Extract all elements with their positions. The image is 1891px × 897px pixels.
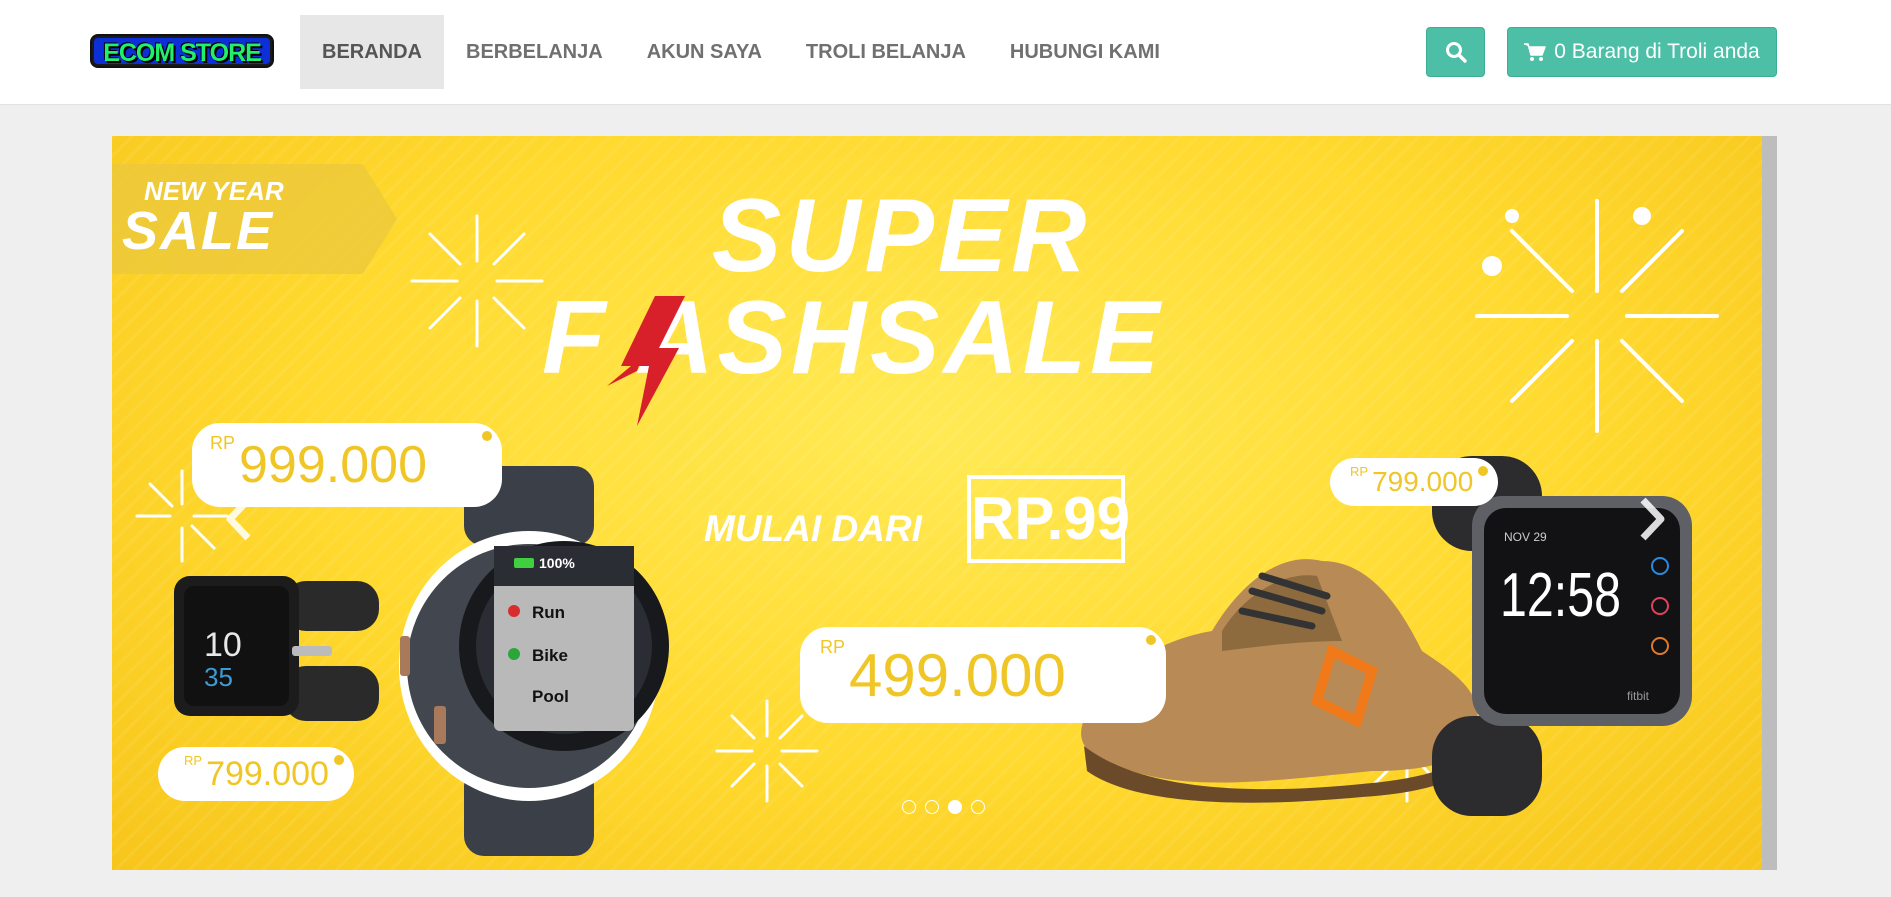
- nav-item-akun-saya[interactable]: AKUN SAYA: [625, 15, 784, 89]
- banner-headline-line1: SUPER: [712, 178, 1091, 294]
- watch-activity-bike: Bike: [532, 646, 568, 665]
- nav-item-beranda[interactable]: BERANDA: [300, 15, 444, 89]
- running-watch-image: 100% Run Bike Pool: [399, 466, 669, 856]
- price-tag-dot: [482, 431, 492, 441]
- watch-activity-pool: Pool: [532, 687, 569, 706]
- store-logo[interactable]: ECOM STORE: [90, 34, 274, 68]
- lightning-bolt-icon: [607, 296, 685, 426]
- firework-decoration: [1475, 199, 1719, 433]
- price-tag: RP 999.000: [192, 423, 502, 507]
- search-icon: [1445, 42, 1467, 63]
- price-tag: RP 499.000: [800, 627, 1166, 723]
- navbar: ECOM STORE BERANDA BERBELANJA AKUN SAYA …: [0, 0, 1891, 105]
- carousel-indicator[interactable]: [902, 800, 916, 814]
- watch-activity-run: Run: [532, 603, 565, 622]
- smartwatch-image: 10 35: [174, 576, 379, 721]
- price-tag-dot: [1146, 635, 1156, 645]
- chevron-left-icon[interactable]: [224, 496, 254, 542]
- main-nav: BERANDA BERBELANJA AKUN SAYA TROLI BELAN…: [300, 15, 1182, 89]
- price-tag-currency: RP: [210, 433, 236, 453]
- carousel-indicator-active[interactable]: [948, 800, 962, 814]
- price-tag: RP 799.000: [1330, 458, 1498, 506]
- ribbon-title: SALE: [122, 201, 275, 261]
- price-tag-dot: [1478, 466, 1488, 476]
- price-tag-amount: 799.000: [1372, 466, 1474, 497]
- price-tag-currency: RP: [184, 753, 203, 768]
- nav-item-berbelanja[interactable]: BERBELANJA: [444, 15, 625, 89]
- carousel-indicator[interactable]: [971, 800, 985, 814]
- search-button[interactable]: [1426, 27, 1485, 77]
- price-tag-amount: 499.000: [849, 641, 1066, 709]
- hero-carousel: NEW YEAR SALE SUPER F ASHSALE MULAI DARI…: [112, 136, 1777, 870]
- chevron-right-icon[interactable]: [1637, 496, 1667, 542]
- price-tag: RP 799.000: [158, 747, 354, 801]
- fitbit-date: NOV 29: [1504, 530, 1547, 544]
- flash-sale-banner[interactable]: NEW YEAR SALE SUPER F ASHSALE MULAI DARI…: [112, 136, 1762, 870]
- nav-item-troli-belanja[interactable]: TROLI BELANJA: [784, 15, 988, 89]
- shopping-cart-icon: [1524, 43, 1547, 61]
- cart-button-label: 0 Barang di Troli anda: [1554, 40, 1760, 63]
- cart-button[interactable]: 0 Barang di Troli anda: [1507, 27, 1777, 77]
- fitbit-time: 12:58: [1500, 560, 1621, 629]
- carousel-indicators: [902, 800, 985, 814]
- promo-label: MULAI DARI: [704, 508, 922, 549]
- firework-decoration: [410, 214, 544, 348]
- price-tag-currency: RP: [820, 637, 846, 657]
- price-tag-currency: RP: [1350, 464, 1369, 479]
- price-tag-dot: [334, 755, 344, 765]
- fitbit-brand: fitbit: [1627, 689, 1650, 703]
- sony-watch-minute: 35: [204, 662, 233, 692]
- nav-item-hubungi-kami[interactable]: HUBUNGI KAMI: [988, 15, 1182, 89]
- carousel-indicator[interactable]: [925, 800, 939, 814]
- price-tag-amount: 999.000: [239, 436, 427, 494]
- sony-watch-hour: 10: [204, 626, 242, 664]
- watch-battery-level: 100%: [539, 555, 575, 571]
- price-tag-amount: 799.000: [206, 754, 329, 793]
